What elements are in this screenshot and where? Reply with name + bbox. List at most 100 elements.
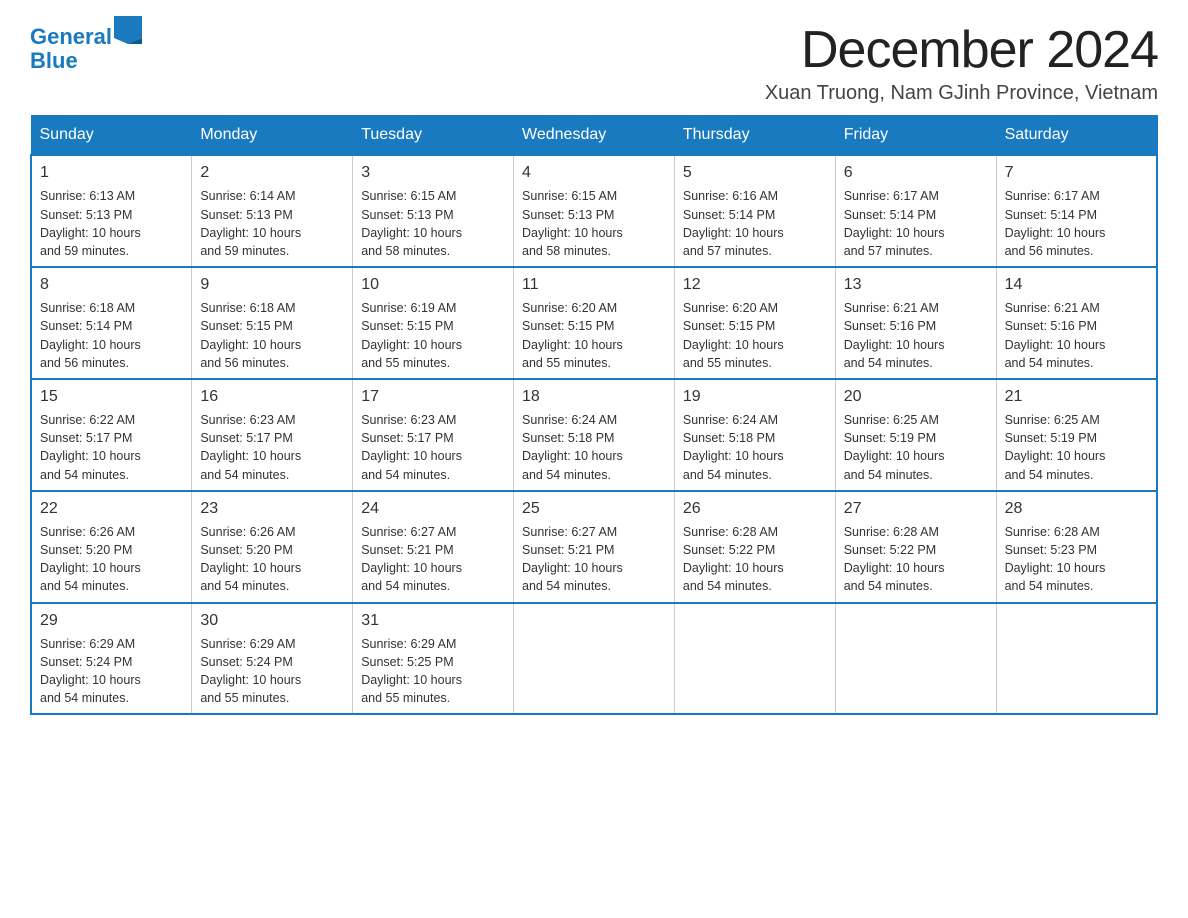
day-info: Sunrise: 6:22 AMSunset: 5:17 PMDaylight:… [40, 411, 183, 484]
col-friday: Friday [835, 116, 996, 156]
table-row: 21 Sunrise: 6:25 AMSunset: 5:19 PMDayligh… [996, 379, 1157, 491]
day-info: Sunrise: 6:23 AMSunset: 5:17 PMDaylight:… [200, 411, 344, 484]
day-info: Sunrise: 6:16 AMSunset: 5:14 PMDaylight:… [683, 187, 827, 260]
day-number: 31 [361, 610, 505, 632]
day-number: 29 [40, 610, 183, 632]
table-row: 17 Sunrise: 6:23 AMSunset: 5:17 PMDayligh… [353, 379, 514, 491]
day-number: 18 [522, 386, 666, 408]
day-info: Sunrise: 6:17 AMSunset: 5:14 PMDaylight:… [844, 187, 988, 260]
day-number: 11 [522, 274, 666, 296]
logo-icon [114, 16, 142, 44]
table-row: 4Sunrise: 6:15 AMSunset: 5:13 PMDaylight… [514, 155, 675, 267]
day-info: Sunrise: 6:15 AMSunset: 5:13 PMDaylight:… [522, 187, 666, 260]
calendar-week-1: 1 Sunrise: 6:13 AMSunset: 5:13 PMDaylight… [31, 155, 1157, 267]
calendar-week-5: 29 Sunrise: 6:29 AMSunset: 5:24 PMDayligh… [31, 603, 1157, 715]
day-number: 25 [522, 498, 666, 520]
table-row: 10 Sunrise: 6:19 AMSunset: 5:15 PMDayligh… [353, 267, 514, 379]
day-number: 10 [361, 274, 505, 296]
day-number: 17 [361, 386, 505, 408]
table-row: 13 Sunrise: 6:21 AMSunset: 5:16 PMDayligh… [835, 267, 996, 379]
day-info: Sunrise: 6:14 AMSunset: 5:13 PMDaylight:… [200, 187, 344, 260]
main-title: December 2024 [765, 20, 1158, 80]
title-section: December 2024 Xuan Truong, Nam GJinh Pro… [765, 20, 1158, 105]
subtitle: Xuan Truong, Nam GJinh Province, Vietnam [765, 82, 1158, 105]
day-number: 5 [683, 162, 827, 184]
day-number: 7 [1005, 162, 1148, 184]
table-row: 22Sunrise: 6:26 AMSunset: 5:20 PMDayligh… [31, 491, 192, 603]
day-info: Sunrise: 6:28 AMSunset: 5:22 PMDaylight:… [683, 523, 827, 596]
day-number: 1 [40, 162, 183, 184]
calendar-header-row: Sunday Monday Tuesday Wednesday Thursday… [31, 116, 1157, 156]
day-number: 14 [1005, 274, 1148, 296]
table-row: 27Sunrise: 6:28 AMSunset: 5:22 PMDayligh… [835, 491, 996, 603]
col-saturday: Saturday [996, 116, 1157, 156]
table-row [835, 603, 996, 715]
calendar-table: Sunday Monday Tuesday Wednesday Thursday… [30, 115, 1158, 715]
logo: General Blue [30, 20, 142, 73]
col-wednesday: Wednesday [514, 116, 675, 156]
day-number: 30 [200, 610, 344, 632]
day-info: Sunrise: 6:25 AMSunset: 5:19 PMDaylight:… [1005, 411, 1148, 484]
table-row [674, 603, 835, 715]
day-number: 13 [844, 274, 988, 296]
col-tuesday: Tuesday [353, 116, 514, 156]
table-row: 3Sunrise: 6:15 AMSunset: 5:13 PMDaylight… [353, 155, 514, 267]
col-sunday: Sunday [31, 116, 192, 156]
page-header: General Blue December 2024 Xuan Truong, … [30, 20, 1158, 105]
calendar-week-3: 15Sunrise: 6:22 AMSunset: 5:17 PMDayligh… [31, 379, 1157, 491]
day-info: Sunrise: 6:18 AMSunset: 5:15 PMDaylight:… [200, 299, 344, 372]
table-row [996, 603, 1157, 715]
table-row: 15Sunrise: 6:22 AMSunset: 5:17 PMDayligh… [31, 379, 192, 491]
day-info: Sunrise: 6:18 AMSunset: 5:14 PMDaylight:… [40, 299, 183, 372]
day-number: 28 [1005, 498, 1148, 520]
table-row: 31Sunrise: 6:29 AMSunset: 5:25 PMDayligh… [353, 603, 514, 715]
day-info: Sunrise: 6:25 AMSunset: 5:19 PMDaylight:… [844, 411, 988, 484]
calendar-week-2: 8 Sunrise: 6:18 AMSunset: 5:14 PMDaylight… [31, 267, 1157, 379]
day-info: Sunrise: 6:15 AMSunset: 5:13 PMDaylight:… [361, 187, 505, 260]
logo-general: General [30, 24, 112, 49]
day-number: 19 [683, 386, 827, 408]
table-row: 23Sunrise: 6:26 AMSunset: 5:20 PMDayligh… [192, 491, 353, 603]
day-info: Sunrise: 6:29 AMSunset: 5:24 PMDaylight:… [40, 635, 183, 708]
col-monday: Monday [192, 116, 353, 156]
table-row: 2 Sunrise: 6:14 AMSunset: 5:13 PMDaylight… [192, 155, 353, 267]
table-row: 14 Sunrise: 6:21 AMSunset: 5:16 PMDayligh… [996, 267, 1157, 379]
table-row: 19 Sunrise: 6:24 AMSunset: 5:18 PMDayligh… [674, 379, 835, 491]
day-info: Sunrise: 6:23 AMSunset: 5:17 PMDaylight:… [361, 411, 505, 484]
table-row: 28 Sunrise: 6:28 AMSunset: 5:23 PMDayligh… [996, 491, 1157, 603]
day-info: Sunrise: 6:20 AMSunset: 5:15 PMDaylight:… [522, 299, 666, 372]
table-row: 30Sunrise: 6:29 AMSunset: 5:24 PMDayligh… [192, 603, 353, 715]
day-number: 22 [40, 498, 183, 520]
col-thursday: Thursday [674, 116, 835, 156]
calendar-week-4: 22 Sunrise: 6:26 AMSunset: 5:20 PMDayligh… [31, 491, 1157, 603]
day-number: 26 [683, 498, 827, 520]
day-number: 21 [1005, 386, 1148, 408]
table-row: 9Sunrise: 6:18 AMSunset: 5:15 PMDaylight… [192, 267, 353, 379]
day-info: Sunrise: 6:27 AMSunset: 5:21 PMDaylight:… [522, 523, 666, 596]
day-info: Sunrise: 6:24 AMSunset: 5:18 PMDaylight:… [683, 411, 827, 484]
table-row: 1 Sunrise: 6:13 AMSunset: 5:13 PMDaylight… [31, 155, 192, 267]
table-row: 5 Sunrise: 6:16 AMSunset: 5:14 PMDaylight… [674, 155, 835, 267]
table-row: 8 Sunrise: 6:18 AMSunset: 5:14 PMDaylight… [31, 267, 192, 379]
day-info: Sunrise: 6:13 AMSunset: 5:13 PMDaylight:… [40, 187, 183, 260]
day-info: Sunrise: 6:26 AMSunset: 5:20 PMDaylight:… [200, 523, 344, 596]
day-info: Sunrise: 6:21 AMSunset: 5:16 PMDaylight:… [1005, 299, 1148, 372]
table-row: 20 Sunrise: 6:25 AMSunset: 5:19 PMDayligh… [835, 379, 996, 491]
day-number: 16 [200, 386, 344, 408]
day-info: Sunrise: 6:20 AMSunset: 5:15 PMDaylight:… [683, 299, 827, 372]
day-info: Sunrise: 6:28 AMSunset: 5:23 PMDaylight:… [1005, 523, 1148, 596]
day-info: Sunrise: 6:17 AMSunset: 5:14 PMDaylight:… [1005, 187, 1148, 260]
day-info: Sunrise: 6:27 AMSunset: 5:21 PMDaylight:… [361, 523, 505, 596]
logo-blue: Blue [30, 48, 78, 73]
day-number: 2 [200, 162, 344, 184]
day-number: 20 [844, 386, 988, 408]
logo-text: General Blue [30, 20, 142, 73]
day-info: Sunrise: 6:19 AMSunset: 5:15 PMDaylight:… [361, 299, 505, 372]
table-row: 25 Sunrise: 6:27 AMSunset: 5:21 PMDayligh… [514, 491, 675, 603]
table-row: 26 Sunrise: 6:28 AMSunset: 5:22 PMDayligh… [674, 491, 835, 603]
day-number: 8 [40, 274, 183, 296]
table-row: 29 Sunrise: 6:29 AMSunset: 5:24 PMDayligh… [31, 603, 192, 715]
day-number: 6 [844, 162, 988, 184]
table-row: 7 Sunrise: 6:17 AMSunset: 5:14 PMDaylight… [996, 155, 1157, 267]
day-info: Sunrise: 6:21 AMSunset: 5:16 PMDaylight:… [844, 299, 988, 372]
